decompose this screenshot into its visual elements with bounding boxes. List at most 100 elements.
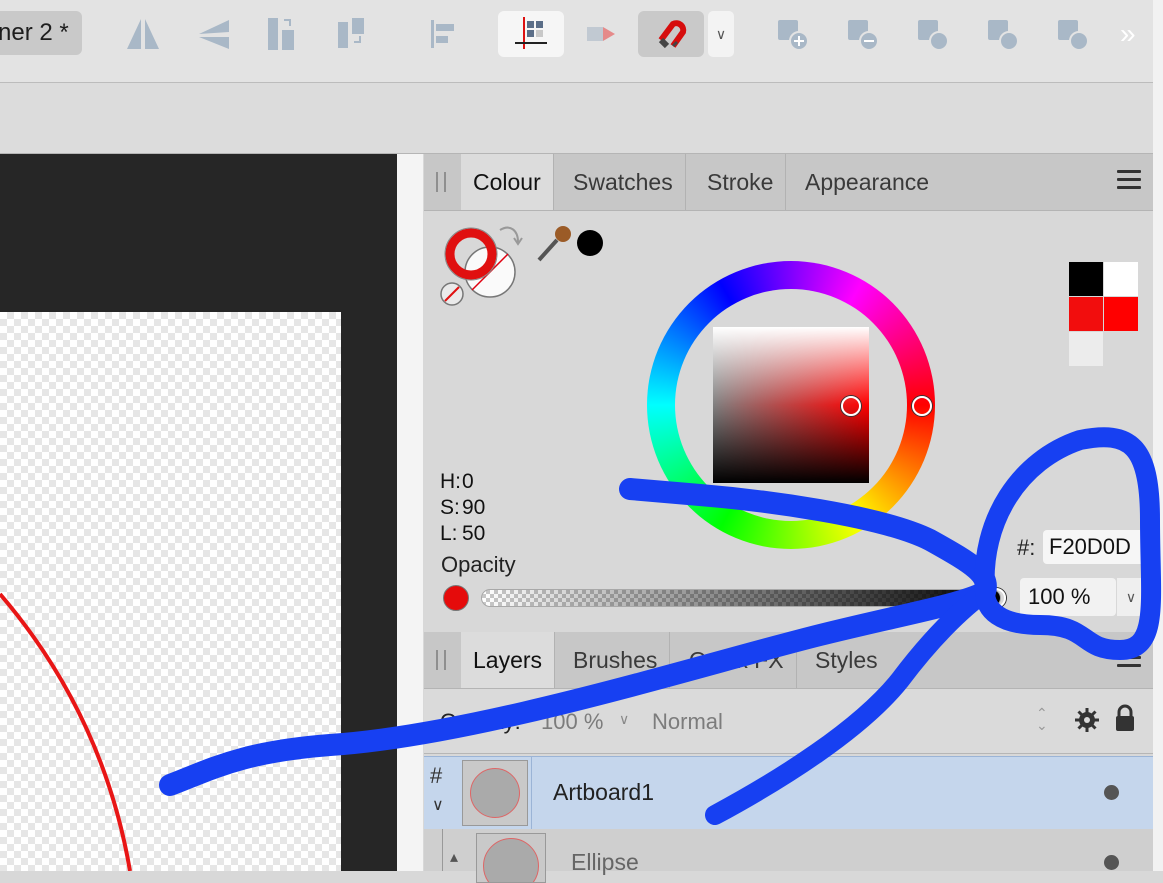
divide-shapes-icon <box>1058 20 1089 51</box>
picked-colour-swatch[interactable] <box>577 230 603 256</box>
visibility-dot-icon[interactable] <box>1104 855 1119 870</box>
divide-shapes-button[interactable] <box>1045 11 1099 57</box>
xor-shapes-icon <box>988 20 1019 51</box>
hue-picker-handle[interactable] <box>912 396 932 416</box>
layer-opacity-label: Opacity: <box>440 709 521 734</box>
opacity-colour-indicator <box>443 585 469 611</box>
expand-chevron-icon[interactable]: ∨ <box>432 795 444 815</box>
lightness-label: L: <box>440 522 458 545</box>
align-to-selection-icon <box>268 18 294 50</box>
chevron-down-icon[interactable]: ∨ <box>619 711 629 728</box>
hue-label: H: <box>440 470 461 493</box>
opacity-slider[interactable] <box>481 589 1001 607</box>
shape-type-icon: ▴ <box>450 849 459 866</box>
tab-brushes[interactable]: Brushes <box>561 632 671 688</box>
xor-shapes-button[interactable] <box>975 11 1029 57</box>
document-tab[interactable]: ner 2 * <box>0 11 82 55</box>
layer-row-ellipse[interactable]: ▴ Ellipse <box>424 829 1153 883</box>
panel-menu-icon[interactable] <box>1117 170 1141 194</box>
saturation-readout: S: 90 <box>440 496 485 520</box>
layer-name[interactable]: Artboard1 <box>553 779 654 806</box>
align-to-key-button[interactable] <box>324 11 378 57</box>
document-canvas[interactable] <box>0 154 397 871</box>
opacity-slider-handle[interactable] <box>986 588 1006 608</box>
opacity-dropdown[interactable]: ∨ <box>1117 578 1145 616</box>
tab-appearance[interactable]: Appearance <box>793 154 941 210</box>
hex-input[interactable]: F20D0D <box>1043 530 1153 564</box>
chevron-down-icon: ∨ <box>715 26 727 42</box>
layer-options-bar: Opacity: 100 % ∨ Normal ⌃ ⌄ <box>424 689 1153 754</box>
saturation-label: S: <box>440 496 460 519</box>
swap-colours-icon[interactable] <box>496 222 524 252</box>
lightness-value[interactable]: 50 <box>462 522 485 545</box>
lightness-readout: L: 50 <box>440 522 485 546</box>
snapping-grid-icon <box>515 17 547 49</box>
opacity-label: Opacity <box>441 552 516 577</box>
flip-horizontal-button[interactable] <box>116 11 170 57</box>
snapping-toggle-button[interactable] <box>574 11 628 57</box>
layer-name[interactable]: Ellipse <box>571 849 639 876</box>
window-edge <box>1153 0 1163 871</box>
chevron-down-icon: ∨ <box>1125 589 1137 605</box>
add-shapes-icon <box>778 20 809 51</box>
snapping-magnet-button[interactable] <box>638 11 704 57</box>
panel-splitter[interactable] <box>397 154 423 871</box>
recent-swatch-white[interactable] <box>1104 262 1138 296</box>
tab-stroke[interactable]: Stroke <box>695 154 787 210</box>
hierarchy-line <box>442 829 443 871</box>
sl-picker-handle[interactable] <box>841 396 861 416</box>
context-toolbar <box>0 83 1153 154</box>
main-toolbar: ner 2 * ∨ » <box>0 0 1163 83</box>
tab-swatches[interactable]: Swatches <box>561 154 686 210</box>
layer-thumbnail <box>462 760 528 826</box>
align-to-selection-button[interactable] <box>254 11 308 57</box>
colour-picker-icon[interactable] <box>535 224 575 264</box>
recent-swatch-black[interactable] <box>1069 262 1103 296</box>
intersect-shapes-button[interactable] <box>905 11 959 57</box>
snapping-options-dropdown[interactable]: ∨ <box>708 11 734 57</box>
blend-mode-stepper-icon[interactable]: ⌃ ⌄ <box>1036 706 1048 732</box>
hue-value[interactable]: 0 <box>462 470 474 493</box>
subtract-shapes-button[interactable] <box>835 11 889 57</box>
recent-swatch-red[interactable] <box>1069 297 1103 331</box>
visibility-dot-icon[interactable] <box>1104 785 1119 800</box>
snapping-grid-button[interactable] <box>498 11 564 57</box>
panel-grip-icon[interactable] <box>436 172 446 192</box>
layer-thumbnail <box>476 833 546 883</box>
panel-grip-icon[interactable] <box>436 650 446 670</box>
align-left-button[interactable] <box>415 11 469 57</box>
flip-horizontal-icon <box>127 19 159 49</box>
layer-opacity-value[interactable]: 100 % <box>541 709 603 735</box>
magnet-icon <box>658 20 687 49</box>
artboard-icon: # <box>430 763 443 788</box>
colour-panel-tabs: Colour Swatches Stroke Appearance <box>424 154 1153 211</box>
tab-colour[interactable]: Colour <box>461 154 554 210</box>
recent-swatch-light-grey[interactable] <box>1069 332 1103 366</box>
align-to-key-icon <box>338 18 364 48</box>
subtract-shapes-icon <box>848 20 879 51</box>
recent-swatch-bright-red[interactable] <box>1104 297 1138 331</box>
panel-menu-icon[interactable] <box>1117 648 1141 672</box>
ellipse-shape[interactable] <box>0 154 397 871</box>
toolbar-overflow-button[interactable]: » <box>1120 18 1136 50</box>
layers-panel-tabs: Layers Brushes Quick FX Styles <box>424 632 1153 689</box>
align-left-icon <box>431 20 454 48</box>
row-divider <box>531 757 532 829</box>
opacity-value-field[interactable]: 100 % <box>1020 578 1116 616</box>
blend-mode-select[interactable]: Normal <box>652 709 723 735</box>
hue-readout: H:0 <box>440 470 474 494</box>
tab-layers[interactable]: Layers <box>461 632 556 688</box>
layer-row-artboard[interactable]: # ∨ Artboard1 <box>424 756 1153 830</box>
saturation-value[interactable]: 90 <box>462 496 485 519</box>
intersect-shapes-icon <box>918 20 949 51</box>
flip-vertical-button[interactable] <box>187 11 241 57</box>
layers-panel: Layers Brushes Quick FX Styles Opacity: … <box>424 632 1153 883</box>
add-shapes-button[interactable] <box>765 11 819 57</box>
lock-icon[interactable] <box>1114 703 1136 733</box>
gear-icon[interactable] <box>1074 707 1100 733</box>
snapping-toggle-icon <box>587 27 615 41</box>
hex-label: #: <box>1017 535 1036 560</box>
tab-quick-fx[interactable]: Quick FX <box>677 632 797 688</box>
flip-vertical-icon <box>199 20 229 49</box>
tab-styles[interactable]: Styles <box>803 632 890 688</box>
